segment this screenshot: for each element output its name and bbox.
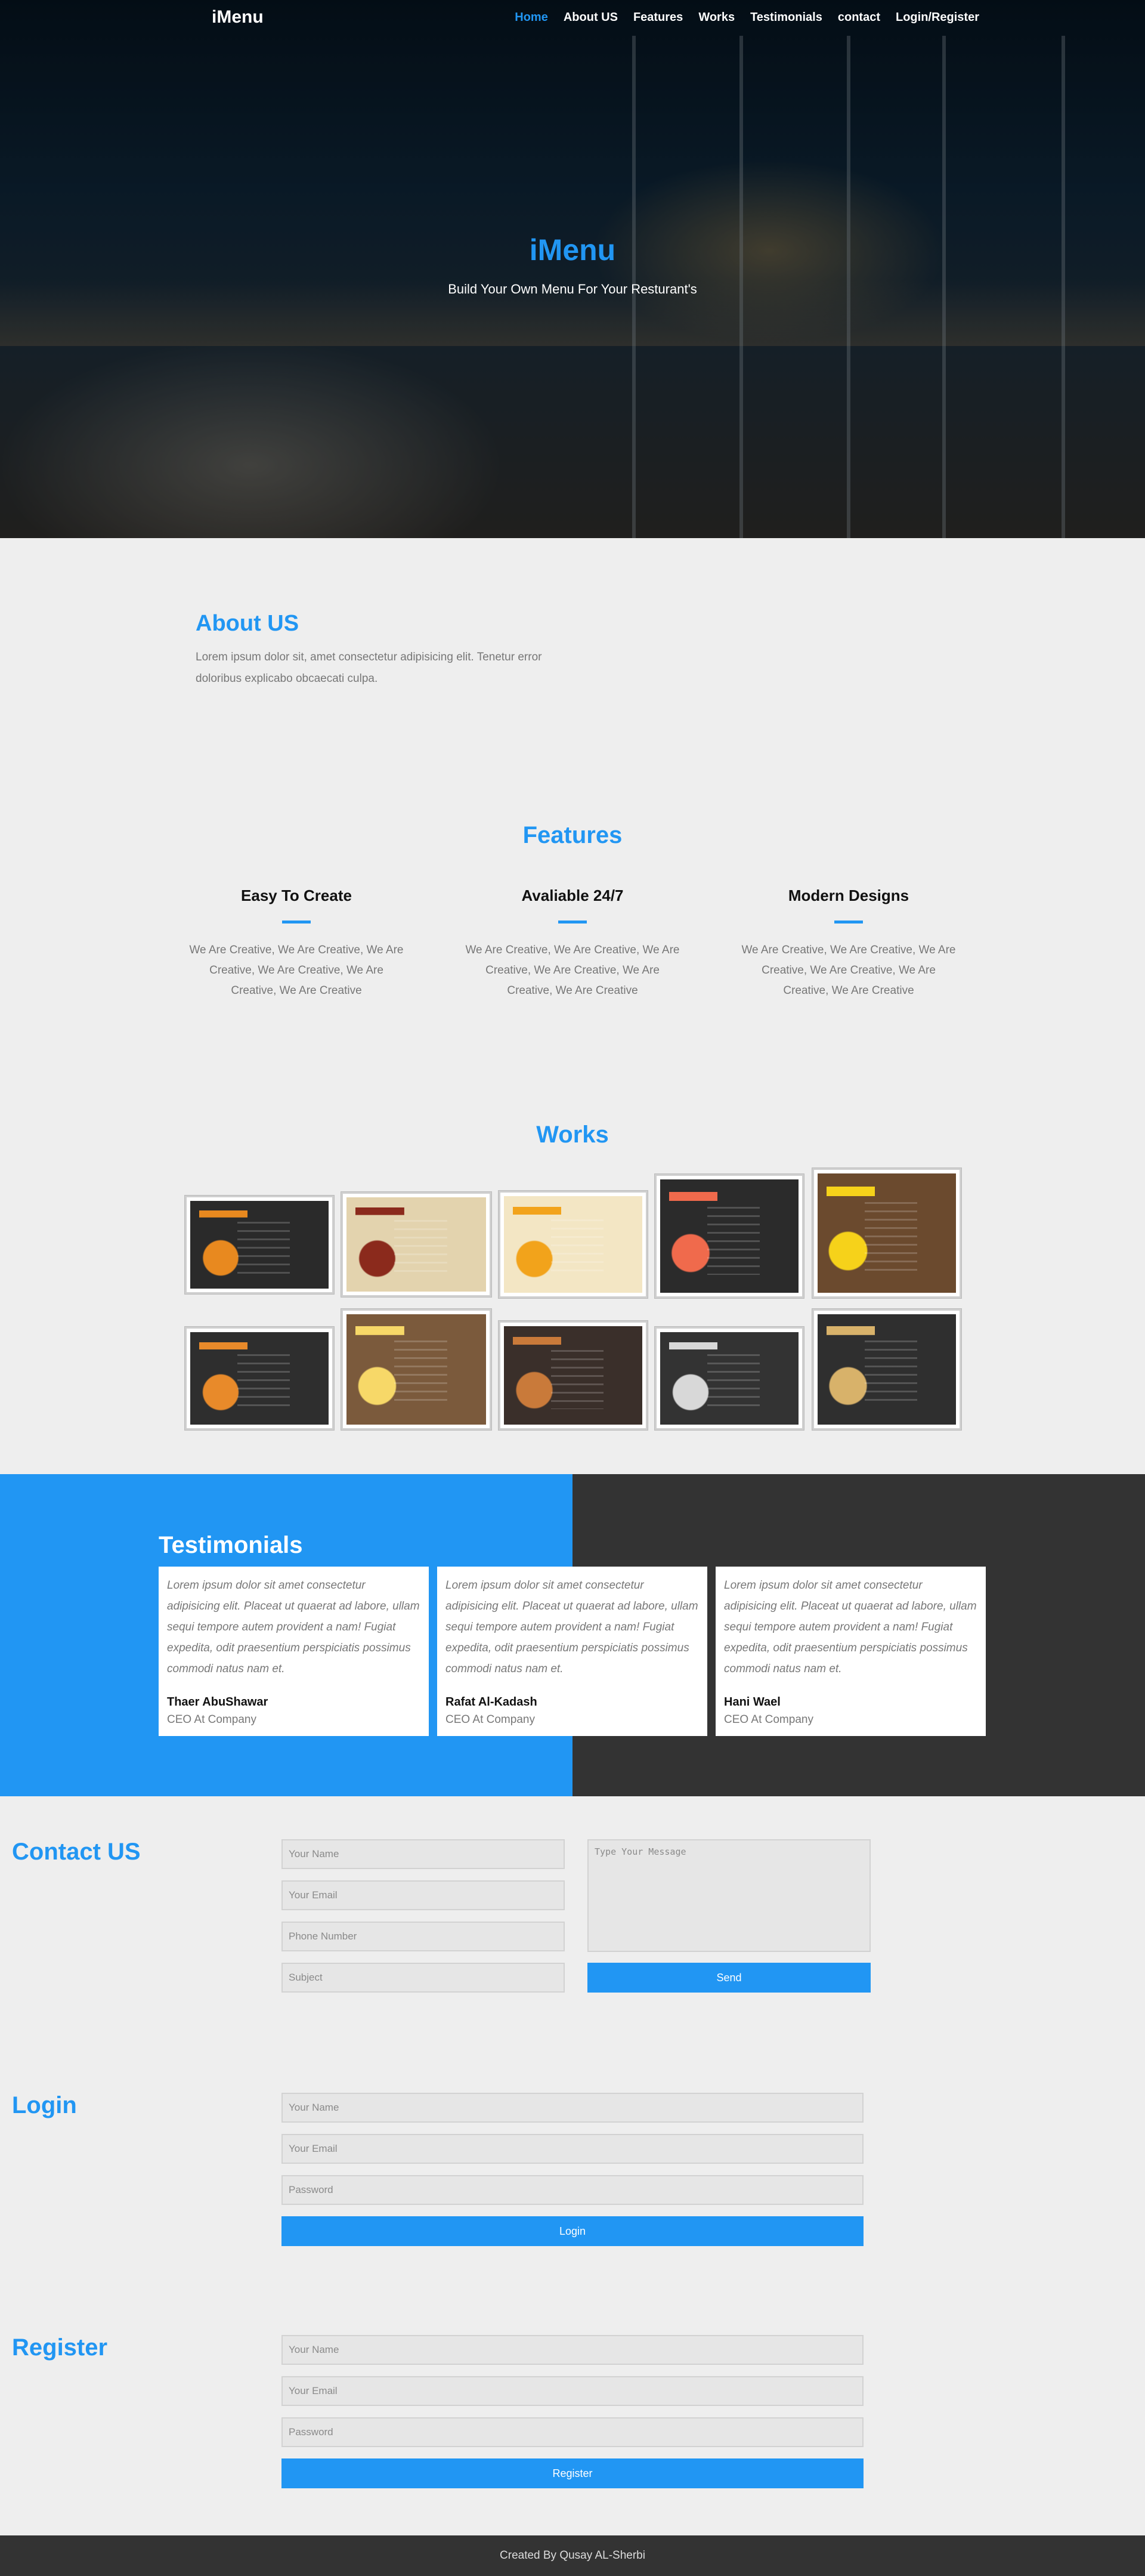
register-button[interactable]: Register [281,2458,864,2488]
contact-message-textarea[interactable] [587,1839,871,1952]
testimonial-role: CEO At Company [724,1713,813,1726]
feature-text: We Are Creative, We Are Creative, We Are… [189,944,404,997]
work-thumbnail-menu-chalk-frame[interactable] [499,1321,648,1430]
register-title: Register [12,2334,108,2361]
menu-image [504,1326,642,1425]
menu-image [346,1314,486,1425]
testimonial-name: Thaer AbuShawar [167,1695,268,1709]
feature-divider [282,921,311,923]
nav-testimonials[interactable]: Testimonials [750,11,822,24]
login-email-input[interactable] [281,2134,864,2164]
hero-title: iMenu [529,233,616,267]
work-thumbnail-menu-chalkboard[interactable] [655,1327,804,1430]
register-name-input[interactable] [281,2335,864,2365]
nav-works[interactable]: Works [698,11,735,24]
menu-image [818,1173,956,1293]
testimonial-quote: Lorem ipsum dolor sit amet consectetur a… [724,1579,977,1675]
footer-credit: Created By Qusay AL-Sherbi [500,2549,645,2562]
work-thumbnail-menu-breakfast[interactable] [655,1174,804,1298]
brand-logo[interactable]: iMenu [212,7,264,27]
nav-contact[interactable]: contact [838,11,880,24]
contact-phone-input[interactable] [281,1922,565,1951]
work-thumbnail-menu-restaurant-dark[interactable] [185,1327,334,1430]
contact-subject-input[interactable] [281,1963,565,1993]
feature-card: Modern Designs We Are Creative, We Are C… [738,887,959,1001]
menu-image [190,1201,329,1289]
testimonial-role: CEO At Company [167,1713,256,1726]
testimonial-card: Lorem ipsum dolor sit amet consectetur a… [437,1567,707,1736]
hero-overlay [0,0,1145,538]
contact-email-input[interactable] [281,1880,565,1910]
menu-image [660,1179,799,1293]
testimonial-role: CEO At Company [445,1713,535,1726]
feature-divider [558,921,587,923]
menu-image [504,1196,642,1293]
work-thumbnail-menu-yellow-board[interactable] [341,1309,491,1430]
feature-title: Modern Designs [788,887,909,904]
feature-text: We Are Creative, We Are Creative, We Are… [465,944,680,997]
footer: Created By Qusay AL-Sherbi [0,2535,1145,2576]
about-title: About US [196,611,299,636]
work-thumbnail-menu-vintage[interactable] [341,1192,491,1297]
nav-home[interactable]: Home [515,11,548,24]
testimonial-quote: Lorem ipsum dolor sit amet consectetur a… [167,1579,420,1675]
testimonial-name: Hani Wael [724,1695,781,1709]
main-nav: Home About US Features Works Testimonial… [499,11,979,24]
hero-subtitle: Build Your Own Menu For Your Resturant's [448,282,697,296]
navbar: iMenu Home About US Features Works Testi… [0,0,1145,35]
about-text: Lorem ipsum dolor sit, amet consectetur … [196,651,542,685]
works-title: Works [536,1122,609,1148]
menu-image [660,1332,799,1425]
feature-title: Easy To Create [241,887,352,904]
menu-image [190,1332,329,1425]
nav-about[interactable]: About US [564,11,618,24]
hero-section: iMenu Home About US Features Works Testi… [0,0,1145,538]
menu-image [818,1314,956,1425]
register-email-input[interactable] [281,2376,864,2406]
feature-title: Avaliable 24/7 [521,887,624,904]
testimonial-card: Lorem ipsum dolor sit amet consectetur a… [159,1567,429,1736]
features-title: Features [522,822,623,848]
work-thumbnail-menu-eat-drink-enjoy[interactable] [499,1191,648,1298]
work-thumbnail-menu-wood[interactable] [812,1168,961,1298]
send-button[interactable]: Send [587,1963,871,1993]
register-password-input[interactable] [281,2417,864,2447]
contact-title: Contact US [12,1839,141,1865]
nav-features[interactable]: Features [633,11,683,24]
testimonial-name: Rafat Al-Kadash [445,1695,537,1709]
contact-name-input[interactable] [281,1839,565,1869]
login-button[interactable]: Login [281,2216,864,2246]
work-thumbnail-menu-dark-burger[interactable] [185,1196,334,1294]
feature-card: Easy To Create We Are Creative, We Are C… [186,887,407,1001]
testimonial-card: Lorem ipsum dolor sit amet consectetur a… [716,1567,986,1736]
testimonial-quote: Lorem ipsum dolor sit amet consectetur a… [445,1579,698,1675]
nav-login-register[interactable]: Login/Register [896,11,979,24]
login-password-input[interactable] [281,2175,864,2205]
login-name-input[interactable] [281,2093,864,2123]
feature-card: Avaliable 24/7 We Are Creative, We Are C… [462,887,683,1001]
menu-image [346,1197,486,1292]
testimonials-title: Testimonials [159,1532,303,1558]
work-thumbnail-menu-script-chalk[interactable] [812,1309,961,1430]
feature-text: We Are Creative, We Are Creative, We Are… [741,944,956,997]
login-title: Login [12,2092,77,2118]
feature-divider [834,921,863,923]
